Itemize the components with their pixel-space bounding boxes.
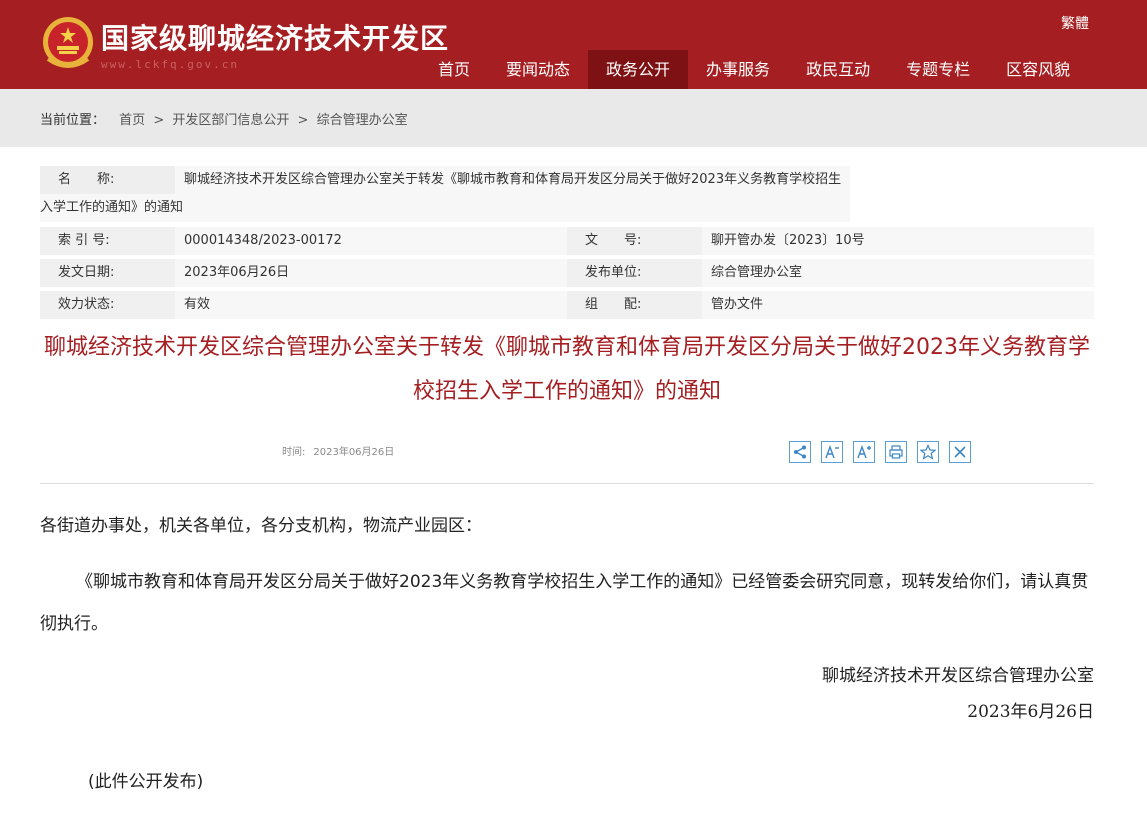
nav-item-home[interactable]: 首页 [420,50,488,89]
article-greeting: 各街道办事处，机关各单位，各分支机构，物流产业园区： [40,516,482,536]
favorite-icon[interactable] [917,441,939,463]
meta-publisher-value: 综合管理办公室 [711,265,803,280]
site-header: 国家级聊城经济技术开发区 www.lckfq.gov.cn 繁體 首页 要闻动态… [0,0,1147,89]
breadcrumb-separator: > [297,113,309,128]
site-title[interactable]: 国家级聊城经济技术开发区 [101,17,449,57]
main-nav: 首页 要闻动态 政务公开 办事服务 政民互动 专题专栏 区容风貌 [420,50,1088,89]
nav-item-landscape[interactable]: 区容风貌 [988,50,1088,89]
site-url: www.lckfq.gov.cn [101,58,239,71]
national-emblem-icon[interactable] [42,15,94,71]
time-label: 时间: [282,447,306,458]
meta-status-value: 有效 [184,297,211,312]
article-time: 时间: 2023年06月26日 [282,443,394,458]
article-toolbar [789,441,971,463]
meta-date-value: 2023年06月26日 [184,265,290,280]
share-icon[interactable] [789,441,811,463]
meta-row-index: 索 引 号: 000014348/2023-00172 文 号: 聊开管办发〔2… [40,227,1094,255]
meta-date-label: 发文日期: [40,259,175,287]
breadcrumb-dept-info[interactable]: 开发区部门信息公开 [172,113,289,128]
meta-index-value: 000014348/2023-00172 [184,233,342,248]
nav-item-interaction[interactable]: 政民互动 [788,50,888,89]
breadcrumb-home[interactable]: 首页 [119,113,145,128]
meta-publisher-label: 发布单位: [567,259,702,287]
font-decrease-icon[interactable] [821,441,843,463]
meta-status-label: 效力状态: [40,291,175,319]
nav-item-services[interactable]: 办事服务 [688,50,788,89]
meta-category-value: 管办文件 [711,297,764,312]
meta-docno-label: 文 号: [567,227,702,255]
breadcrumb-separator: > [153,113,165,128]
breadcrumb-bar: 当前位置： 首页 > 开发区部门信息公开 > 综合管理办公室 [0,89,1147,147]
time-value: 2023年06月26日 [313,447,395,458]
publish-note: (此件公开发布) [88,772,204,792]
breadcrumb-label: 当前位置： [40,113,106,128]
close-icon[interactable] [949,441,971,463]
meta-row-date: 发文日期: 2023年06月26日 发布单位: 综合管理办公室 [40,259,1094,287]
breadcrumb-office[interactable]: 综合管理办公室 [317,113,408,128]
meta-docno-value: 聊开管办发〔2023〕10号 [711,233,865,248]
nav-item-topics[interactable]: 专题专栏 [888,50,988,89]
nav-item-gov-affairs[interactable]: 政务公开 [588,50,689,89]
nav-item-news[interactable]: 要闻动态 [488,50,588,89]
print-icon[interactable] [885,441,907,463]
meta-index-label: 索 引 号: [40,227,175,255]
meta-name-row: 名 称: 聊城经济技术开发区综合管理办公室关于转发《聊城市教育和体育局开发区分局… [40,166,850,222]
traditional-chinese-link[interactable]: 繁體 [1061,13,1089,33]
meta-category-label: 组 配: [567,291,702,319]
content-divider [40,483,1094,484]
font-increase-icon[interactable] [853,441,875,463]
article-paragraph: 《聊城市教育和体育局开发区分局关于做好2023年义务教育学校招生入学工作的通知》… [40,572,1089,634]
meta-name-value: 聊城经济技术开发区综合管理办公室关于转发《聊城市教育和体育局开发区分局关于做好2… [40,172,842,215]
signature-date: 2023年6月26日 [967,702,1094,722]
breadcrumb: 当前位置： 首页 > 开发区部门信息公开 > 综合管理办公室 [40,109,408,128]
article-title: 聊城经济技术开发区综合管理办公室关于转发《聊城市教育和体育局开发区分局关于做好2… [44,335,1090,404]
meta-row-status: 效力状态: 有效 组 配: 管办文件 [40,291,1094,319]
